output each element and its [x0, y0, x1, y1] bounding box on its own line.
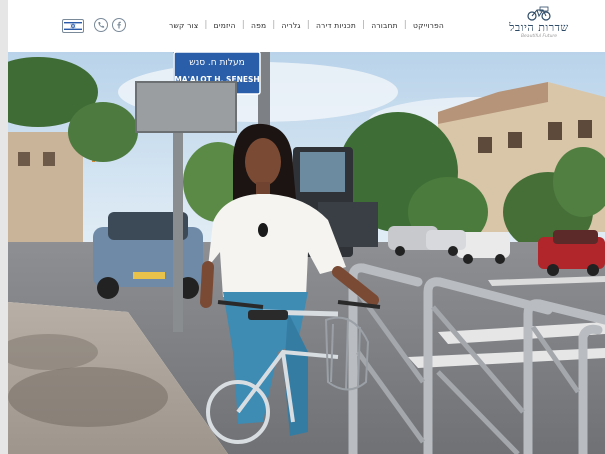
israel-flag-icon[interactable]	[62, 19, 84, 33]
nav-transport[interactable]: תחבורה	[365, 21, 404, 30]
nav-gallery[interactable]: גלריה	[276, 21, 307, 30]
nav-developers[interactable]: היזמים	[208, 21, 242, 30]
nav-separator: |	[241, 20, 246, 30]
bicycle-logo-icon	[527, 6, 551, 21]
hero-image: מעלות ח. סנש MA'ALOT H. SENESH	[8, 52, 605, 454]
nav-separator: |	[272, 20, 276, 30]
nav-project[interactable]: הפרוייקט	[407, 21, 450, 30]
main-nav: הפרוייקט | תחבורה | תכניות דירה | גלריה …	[163, 20, 450, 30]
site-logo[interactable]: שדרות היובל Beautiful Future	[503, 6, 575, 46]
building-left	[8, 132, 83, 252]
street-sign-hebrew: מעלות ח. סנש	[189, 58, 245, 68]
traffic-sign-back	[135, 81, 237, 133]
car-parked-left	[93, 212, 203, 299]
nav-separator: |	[204, 20, 208, 30]
nav-separator: |	[403, 20, 407, 30]
nav-map[interactable]: מפה	[245, 21, 272, 30]
logo-title: שדרות היובל	[509, 21, 569, 34]
left-edge-strip	[0, 0, 8, 454]
nav-separator: |	[306, 20, 310, 30]
site-header: שדרות היובל Beautiful Future הפרוייקט | …	[8, 0, 605, 52]
facebook-icon[interactable]	[112, 18, 126, 32]
nav-separator: |	[361, 20, 366, 30]
nav-contact[interactable]: צור קשר	[163, 21, 204, 30]
social-links	[94, 18, 126, 32]
phone-icon[interactable]	[94, 18, 108, 32]
nav-floor-plans[interactable]: תכניות דירה	[310, 21, 362, 30]
logo-subtitle: Beautiful Future	[520, 34, 558, 39]
